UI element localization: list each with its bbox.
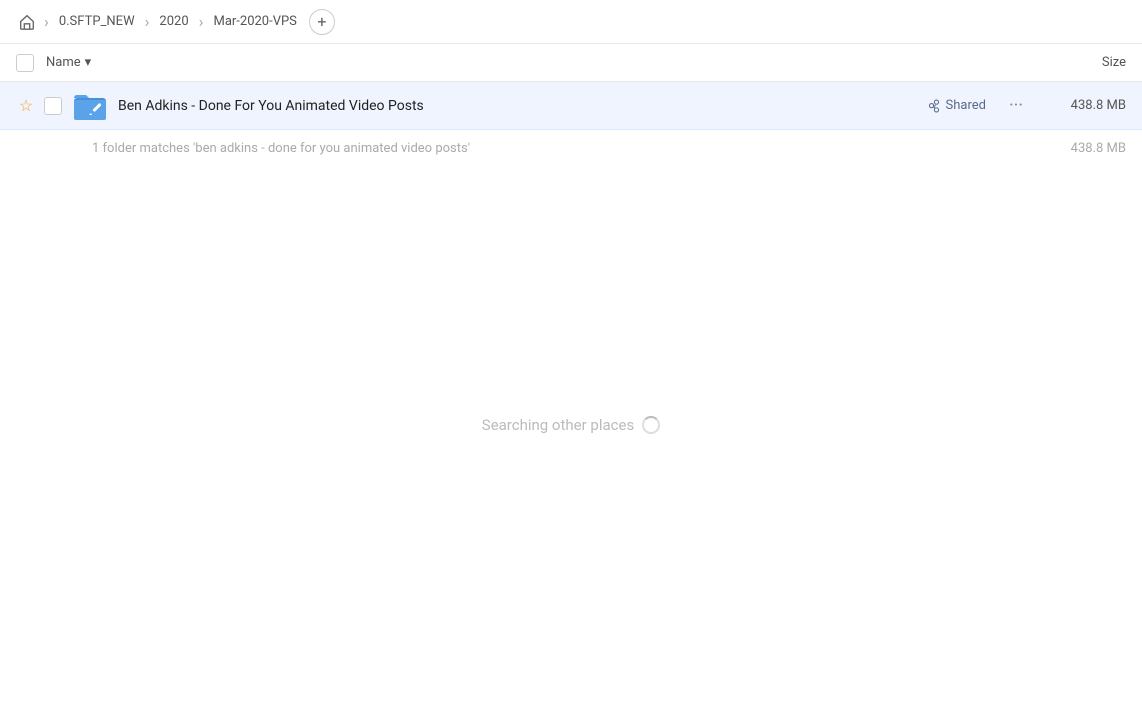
- name-column-label: Name: [46, 55, 81, 70]
- breadcrumb-sep-1: ›: [44, 12, 49, 31]
- add-breadcrumb-button[interactable]: +: [309, 9, 335, 35]
- summary-row: 1 folder matches 'ben adkins - done for …: [0, 130, 1142, 166]
- searching-section: Searching other places: [0, 416, 1142, 434]
- breadcrumb-bar: › 0.SFTP_NEW › 2020 › Mar-2020-VPS +: [0, 0, 1142, 44]
- select-all-checkbox[interactable]: [16, 54, 34, 72]
- more-options-button[interactable]: ···: [1002, 92, 1030, 120]
- shared-label: Shared: [946, 98, 986, 113]
- star-icon[interactable]: ☆: [16, 96, 36, 116]
- searching-spinner: [642, 416, 660, 434]
- row-checkbox[interactable]: [44, 97, 62, 115]
- folder-icon: [72, 88, 108, 124]
- breadcrumb-item-2[interactable]: Mar-2020-VPS: [209, 12, 300, 31]
- breadcrumb-sep-3: ›: [199, 12, 204, 31]
- breadcrumb-item-1[interactable]: 2020: [155, 12, 192, 31]
- file-name: Ben Adkins - Done For You Animated Video…: [118, 98, 927, 114]
- file-row[interactable]: ☆ Ben Adkins - Done For You Animated Vid…: [0, 82, 1142, 130]
- column-header: Name ▾ Size: [0, 44, 1142, 82]
- sort-icon: ▾: [85, 55, 92, 70]
- home-icon[interactable]: [16, 11, 38, 33]
- breadcrumb-item-0[interactable]: 0.SFTP_NEW: [55, 12, 139, 31]
- size-column-header: Size: [1046, 55, 1126, 70]
- summary-size: 438.8 MB: [1046, 141, 1126, 156]
- shared-badge[interactable]: Shared: [927, 98, 986, 113]
- breadcrumb-sep-2: ›: [145, 12, 150, 31]
- name-column-header[interactable]: Name ▾: [46, 55, 1046, 70]
- file-size: 438.8 MB: [1046, 98, 1126, 113]
- summary-text: 1 folder matches 'ben adkins - done for …: [16, 141, 1046, 156]
- searching-text: Searching other places: [482, 416, 634, 434]
